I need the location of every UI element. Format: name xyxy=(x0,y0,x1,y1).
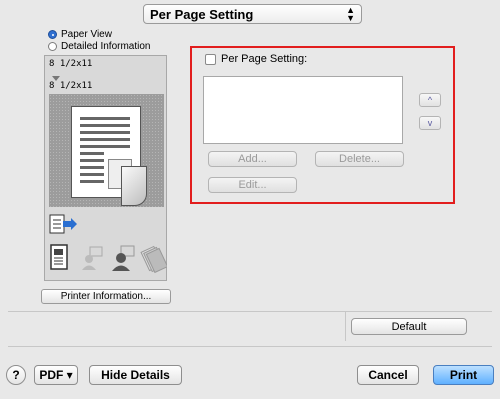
preview-panel: 8 1/2x11 8 1/2x11 xyxy=(44,55,167,281)
document-icon xyxy=(50,244,68,270)
user-inactive-icon xyxy=(82,246,103,270)
print-button[interactable]: Print xyxy=(433,365,494,385)
move-down-button[interactable]: v xyxy=(419,116,441,130)
move-up-button[interactable]: ^ xyxy=(419,93,441,107)
per-page-setting-checkbox[interactable]: Per Page Setting: xyxy=(205,53,307,65)
delete-button[interactable]: Delete... xyxy=(315,151,404,167)
divider xyxy=(8,311,346,312)
radio-detailed-info[interactable]: Detailed Information xyxy=(48,41,151,52)
pdf-menu-button[interactable]: PDF ▾ xyxy=(34,365,78,385)
divider xyxy=(345,311,492,312)
output-tray-icon xyxy=(49,214,77,234)
add-button[interactable]: Add... xyxy=(208,151,297,167)
radio-detailed-info-label: Detailed Information xyxy=(61,41,151,52)
popup-arrows-icon: ▲ ▼ xyxy=(346,5,355,23)
radio-selected-icon xyxy=(48,30,57,39)
page-preview-image xyxy=(49,94,164,207)
panel-popup-label: Per Page Setting xyxy=(150,7,254,22)
radio-unselected-icon xyxy=(48,42,57,51)
radio-paper-view[interactable]: Paper View xyxy=(48,29,112,40)
output-paper-size: 8 1/2x11 xyxy=(49,81,93,91)
authentication-icon xyxy=(112,245,135,271)
checkbox-unchecked-icon xyxy=(205,53,216,65)
printer-information-button[interactable]: Printer Information... xyxy=(41,289,171,304)
panel-popup[interactable]: Per Page Setting ▲ ▼ xyxy=(143,4,362,24)
help-button[interactable]: ? xyxy=(6,365,26,385)
edit-button[interactable]: Edit... xyxy=(208,177,297,193)
cancel-button[interactable]: Cancel xyxy=(357,365,419,385)
page-curl-icon xyxy=(121,166,147,206)
divider xyxy=(345,311,346,341)
per-page-setting-list[interactable] xyxy=(203,76,403,144)
default-button[interactable]: Default xyxy=(351,318,467,335)
divider xyxy=(8,346,492,347)
hide-details-button[interactable]: Hide Details xyxy=(89,365,182,385)
radio-paper-view-label: Paper View xyxy=(61,29,112,40)
input-paper-size: 8 1/2x11 xyxy=(49,59,93,69)
finishing-icon xyxy=(140,245,167,274)
per-page-setting-label: Per Page Setting: xyxy=(221,53,308,65)
